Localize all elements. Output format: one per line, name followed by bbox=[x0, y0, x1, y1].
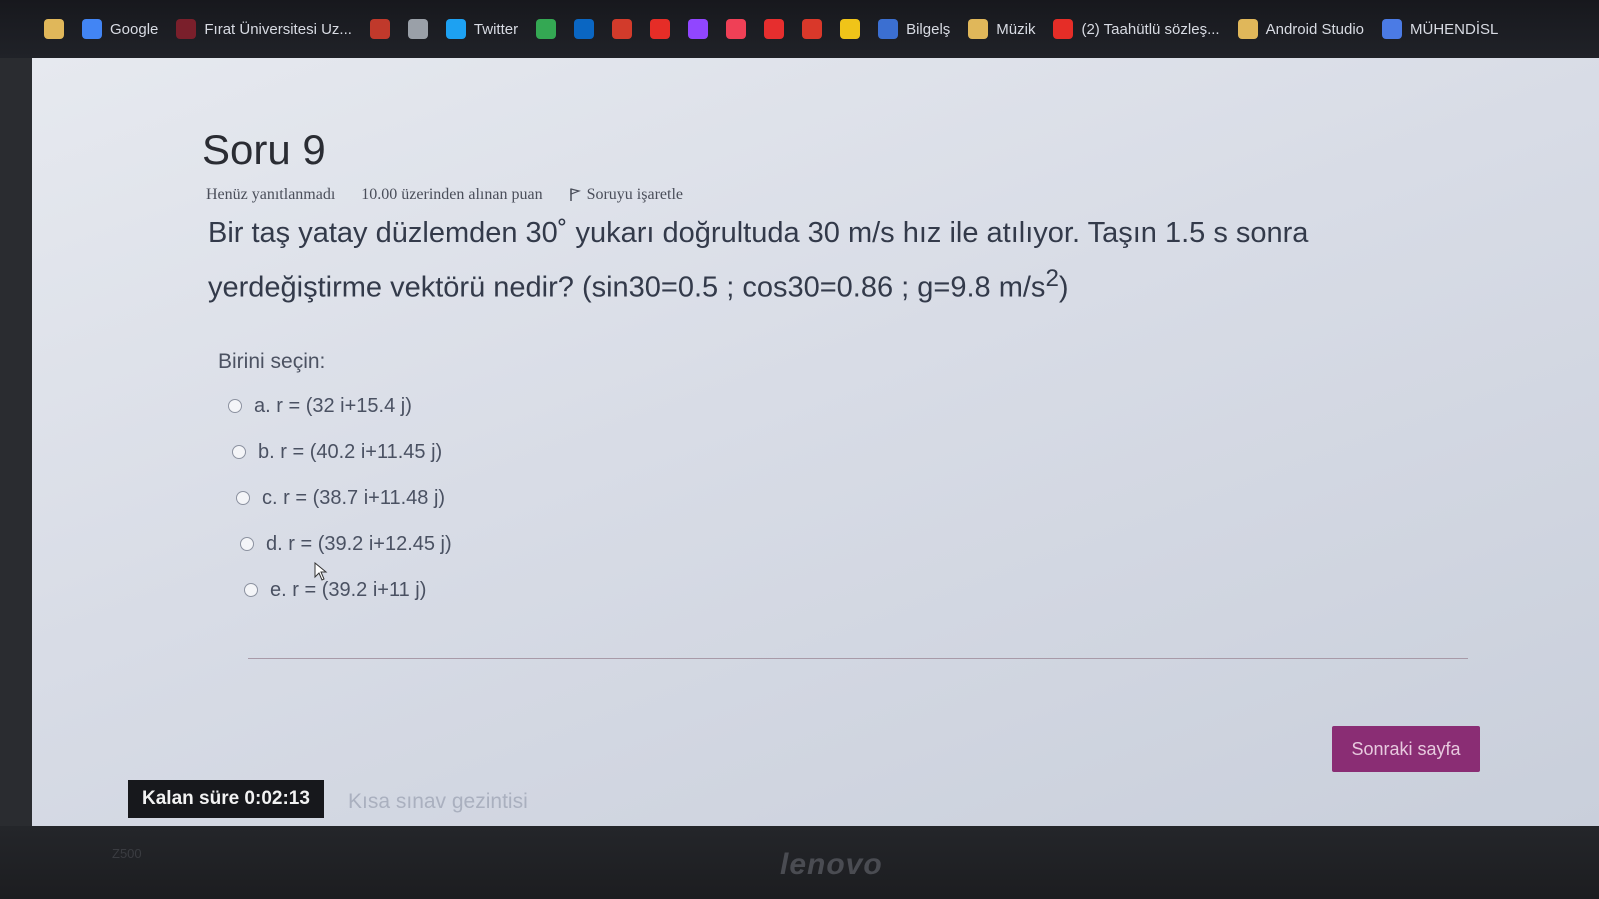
radio-button[interactable] bbox=[236, 491, 250, 505]
folder-icon bbox=[968, 19, 989, 39]
twitter-icon bbox=[445, 19, 466, 39]
question-title: Soru 9 bbox=[202, 126, 326, 173]
drive-icon bbox=[536, 19, 557, 39]
folder-icon bbox=[44, 19, 64, 39]
bookmark-item[interactable]: Bilgelş bbox=[878, 19, 950, 39]
bookmark-item[interactable]: (2) Taahütlü sözleş... bbox=[1053, 19, 1220, 39]
answer-options: a. r = (32 i+15.4 j) b. r = (40.2 i+11.45… bbox=[228, 383, 452, 613]
bookmark-item[interactable] bbox=[840, 19, 861, 39]
bookmark-label: Google bbox=[110, 20, 159, 38]
question-info: Henüz yanıtlanmadı 10.00 üzerinden alına… bbox=[206, 186, 683, 204]
answer-option[interactable]: c. r = (38.7 i+11.48 j) bbox=[236, 475, 452, 521]
bilgeis-icon bbox=[878, 19, 899, 39]
bookmark-item[interactable] bbox=[612, 19, 633, 39]
radio-button[interactable] bbox=[240, 537, 254, 551]
youtube-icon bbox=[650, 19, 671, 39]
folder-icon bbox=[1237, 19, 1258, 39]
bookmark-item[interactable] bbox=[764, 19, 785, 39]
bookmark-item[interactable] bbox=[536, 19, 557, 39]
option-label: a. r = (32 i+15.4 j) bbox=[254, 394, 412, 417]
bookmark-item[interactable] bbox=[650, 19, 671, 39]
left-bezel bbox=[0, 58, 32, 899]
remaining-time: Kalan süre 0:02:13 bbox=[128, 780, 324, 818]
flag-question-label: Soruyu işaretle bbox=[586, 186, 683, 203]
bookmark-item[interactable] bbox=[726, 19, 747, 39]
s-icon bbox=[840, 19, 861, 39]
pin-icon bbox=[369, 19, 390, 39]
radio-button[interactable] bbox=[232, 445, 246, 459]
bookmark-item[interactable] bbox=[369, 19, 390, 39]
university-icon bbox=[176, 19, 197, 39]
bookmark-label: Müzik bbox=[996, 20, 1036, 38]
globe-icon bbox=[407, 19, 428, 39]
option-label: b. r = (40.2 i+11.45 j) bbox=[258, 440, 443, 463]
choose-label: Birini seçin: bbox=[218, 350, 326, 373]
bookmark-item[interactable]: Müzik bbox=[968, 19, 1035, 39]
question-text: Bir taş yatay düzlemden 30˚ yukarı doğru… bbox=[208, 210, 1508, 311]
bookmark-item[interactable] bbox=[688, 19, 709, 39]
model-label: Z500 bbox=[112, 846, 142, 861]
answer-option[interactable]: a. r = (32 i+15.4 j) bbox=[228, 383, 452, 429]
option-label: e. r = (39.2 i+11 j) bbox=[270, 578, 427, 601]
bookmark-label: Fırat Üniversitesi Uz... bbox=[204, 20, 352, 38]
question-text-end: ) bbox=[1058, 271, 1069, 304]
quiz-navigation-link[interactable]: Kısa sınav gezintisi bbox=[348, 790, 528, 814]
brand-logo: lenovo bbox=[780, 848, 883, 881]
bookmark-item[interactable] bbox=[574, 19, 595, 39]
answer-option[interactable]: e. r = (39.2 i+11 j) bbox=[244, 567, 452, 613]
option-label: c. r = (38.7 i+11.48 j) bbox=[262, 486, 446, 509]
flag-icon bbox=[569, 188, 581, 201]
bookmark-item[interactable] bbox=[407, 19, 428, 39]
google-icon bbox=[82, 19, 102, 39]
radio-button[interactable] bbox=[228, 399, 242, 413]
hb-icon bbox=[764, 19, 785, 39]
answer-option[interactable]: b. r = (40.2 i+11.45 j) bbox=[232, 429, 452, 475]
bookmark-item[interactable] bbox=[802, 19, 823, 39]
question-text-line1: Bir taş yatay düzlemden 30˚ yukarı doğru… bbox=[208, 217, 1309, 249]
bookmark-item[interactable]: Google bbox=[82, 19, 158, 39]
refresh-red-icon bbox=[802, 19, 823, 39]
option-label: d. r = (39.2 i+12.45 j) bbox=[266, 532, 452, 555]
bookmark-label: MÜHENDİSL bbox=[1410, 20, 1499, 38]
bookmark-item[interactable]: MÜHENDİSL bbox=[1382, 19, 1498, 39]
next-page-button[interactable]: Sonraki sayfa bbox=[1332, 726, 1480, 772]
divider bbox=[248, 658, 1468, 659]
bookmark-label: (2) Taahütlü sözleş... bbox=[1081, 20, 1220, 38]
bookmark-item[interactable] bbox=[44, 19, 64, 39]
radio-button[interactable] bbox=[244, 583, 258, 597]
app-icon bbox=[1382, 19, 1402, 39]
question-text-superscript: 2 bbox=[1045, 265, 1059, 292]
twitch-icon bbox=[688, 19, 709, 39]
question-points: 10.00 üzerinden alınan puan bbox=[361, 186, 543, 203]
answer-option[interactable]: d. r = (39.2 i+12.45 j) bbox=[240, 521, 452, 567]
question-text-line2: yerdeğiştirme vektörü nedir? (sin30=0.5 … bbox=[208, 271, 1046, 304]
bookmark-item[interactable]: Twitter bbox=[445, 19, 519, 39]
question-status: Henüz yanıtlanmadı bbox=[206, 186, 336, 203]
bookmark-label: Twitter bbox=[473, 20, 519, 38]
bookmark-label: Bilgelş bbox=[906, 20, 951, 38]
flag-question-link[interactable]: Soruyu işaretle bbox=[569, 186, 683, 204]
bookmark-item[interactable]: Android Studio bbox=[1237, 19, 1364, 39]
bookmark-item[interactable]: Fırat Üniversitesi Uz... bbox=[176, 19, 352, 39]
bookmark-label: Android Studio bbox=[1265, 20, 1364, 38]
bookmarks-bar: Google Fırat Üniversitesi Uz... Twitter Bil… bbox=[0, 0, 1599, 58]
quiz-page: Soru 9 Henüz yanıtlanmadı 10.00 üzerinde… bbox=[32, 58, 1599, 828]
mouse-cursor-icon bbox=[314, 562, 328, 581]
youtube-icon bbox=[1053, 19, 1074, 39]
linkedin-icon bbox=[574, 19, 595, 39]
udemy-icon bbox=[612, 19, 633, 39]
pocket-icon bbox=[726, 19, 747, 39]
